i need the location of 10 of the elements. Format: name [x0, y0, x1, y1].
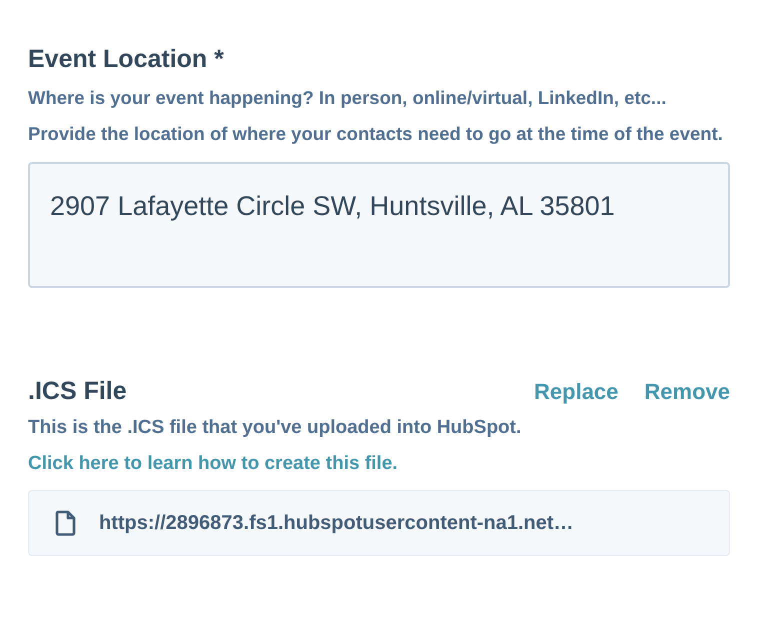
field-label: Event Location * [28, 44, 225, 75]
action-link[interactable]: Replace [534, 374, 618, 408]
address-field[interactable]: 2907 Lafayette Circle SW, Huntsville, AL 35801 [28, 162, 730, 288]
field-label: .ICS File [28, 376, 127, 407]
action-link[interactable]: Remove [644, 374, 730, 408]
file-icon [55, 510, 77, 536]
help-text: Where is your event happening? In person, online/virtual, LinkedIn, etc... Provide the location of where your contacts need to go at the time of the event. [28, 86, 724, 146]
help-text: This is the .ICS file that you've uploaded into HubSpot. [28, 416, 522, 440]
help-link[interactable]: Click here to learn how to create this file. [28, 446, 398, 482]
file-url: https://2896873.fs1.hubspotusercontent-na1.net… [99, 511, 574, 536]
